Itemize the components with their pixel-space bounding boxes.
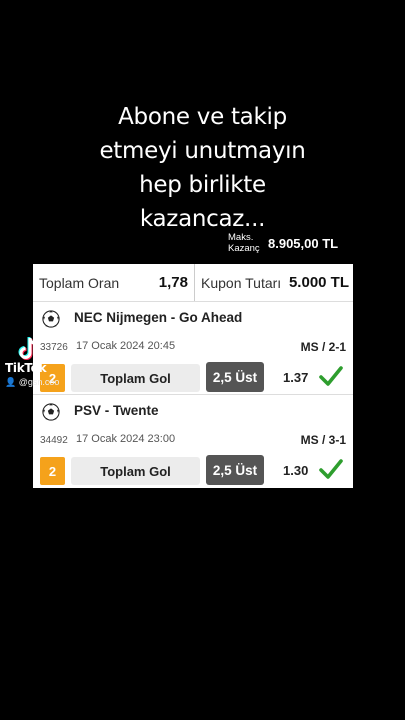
tiktok-logo-icon (18, 337, 37, 360)
max-win-label: Maks. Kazanç (228, 232, 268, 254)
coupon-summary: Toplam Oran 1,78 Kupon Tutarı 5.000 TL (33, 264, 353, 302)
max-win-value: 8.905,00 TL (268, 236, 339, 251)
market-name: Toplam Gol (71, 457, 200, 485)
event-order-badge: 2 (40, 457, 65, 485)
max-win-label-line-1: Maks. (228, 232, 254, 243)
max-win-label-line-2: Kazanç (228, 243, 260, 254)
tiktok-username-text: @gsn.coo (18, 377, 60, 387)
tiktok-username: 👤 @gsn.coo (5, 377, 59, 388)
total-odds-value: 1,78 (158, 274, 188, 291)
bet-coupon: Toplam Oran 1,78 Kupon Tutarı 5.000 TL N… (33, 264, 353, 488)
match-row[interactable]: PSV - Twente 34492 17 Ocak 2024 23:00 MS… (33, 395, 353, 488)
total-odds: Toplam Oran 1,78 (33, 264, 195, 301)
tiktok-brand: TikTok (5, 361, 47, 375)
market-name: Toplam Gol (71, 364, 200, 392)
pick-odd: 1.30 (283, 463, 309, 478)
stake-label: Kupon Tutarı (201, 274, 282, 291)
pick-odd: 1.37 (283, 370, 309, 385)
video-caption: Abone ve takip etmeyi unutmayın hep birl… (0, 100, 405, 236)
soccer-ball-icon (42, 310, 60, 328)
stake-value: 5.000 TL (288, 274, 349, 291)
coupon-stake: Kupon Tutarı 5.000 TL (195, 264, 353, 301)
caption-line-3: hep birlikte (139, 172, 266, 198)
match-teams: PSV - Twente (74, 403, 159, 418)
won-check-icon (319, 459, 343, 479)
match-result: MS / 3-1 (300, 433, 346, 447)
soccer-ball-icon (42, 403, 60, 421)
match-result: MS / 2-1 (300, 340, 346, 354)
won-check-icon (319, 366, 343, 386)
selected-pick[interactable]: 2,5 Üst (206, 362, 264, 392)
tiktok-watermark: TikTok 👤 @gsn.coo (5, 336, 65, 391)
match-date: 17 Ocak 2024 20:45 (76, 340, 176, 352)
selected-pick[interactable]: 2,5 Üst (206, 455, 264, 485)
match-row[interactable]: NEC Nijmegen - Go Ahead 33726 17 Ocak 20… (33, 302, 353, 395)
user-icon: 👤 (5, 377, 17, 387)
match-date: 17 Ocak 2024 23:00 (76, 433, 176, 445)
caption-line-2: etmeyi unutmayın (99, 138, 306, 164)
caption-line-4: kazancaz... (139, 206, 266, 232)
caption-line-1: Abone ve takip (118, 104, 287, 130)
match-teams: NEC Nijmegen - Go Ahead (74, 310, 243, 325)
total-odds-label: Toplam Oran (39, 274, 120, 291)
match-code: 34492 (40, 435, 68, 446)
